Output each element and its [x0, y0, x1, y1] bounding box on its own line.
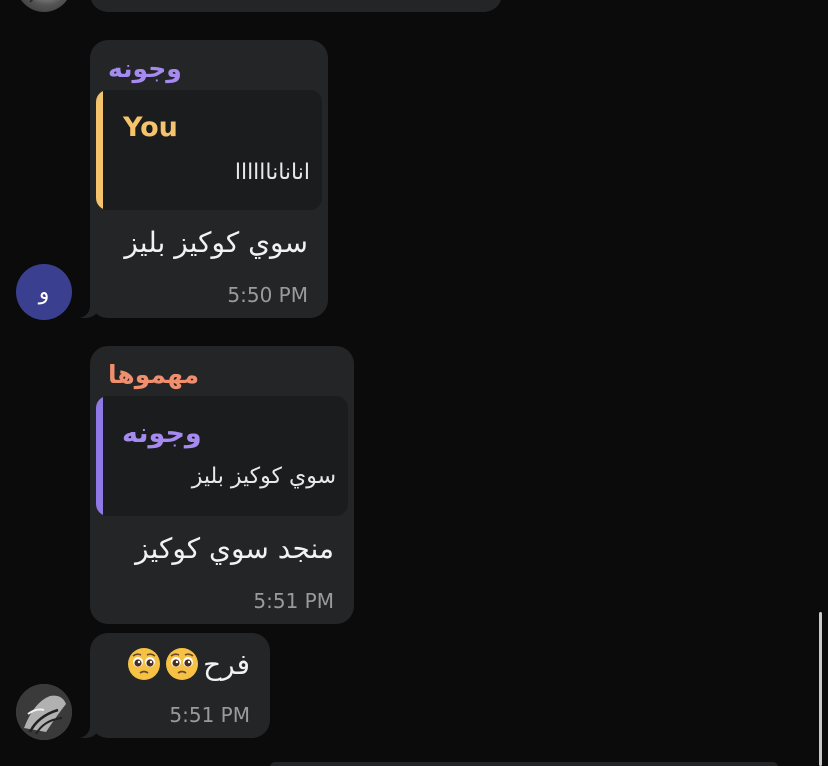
pleading-face-icon	[127, 647, 161, 681]
sender-name[interactable]: مهموها	[108, 360, 199, 389]
message-content: فرح	[127, 647, 250, 681]
reply-text: اناناناااااا	[234, 160, 310, 185]
avatar-photo[interactable]	[16, 684, 72, 740]
message-text: منجد سوي كوكيز	[135, 532, 334, 565]
message-bubble[interactable]: مهموها وجونه سوي كوكيز بليز منجد سوي كوك…	[90, 346, 354, 624]
chat-view: وجونه You اناناناااااا سوي كوكيز بليز 5:…	[0, 0, 828, 766]
reply-quote[interactable]: وجونه سوي كوكيز بليز	[96, 396, 348, 516]
avatar-letter: و	[38, 279, 50, 305]
message-bubble[interactable]: وجونه You اناناناااااا سوي كوكيز بليز 5:…	[70, 40, 328, 318]
reply-accent-bar	[96, 90, 103, 210]
avatar-photo-icon	[16, 684, 72, 740]
avatar-photo-icon	[29, 0, 34, 3]
pleading-face-icon	[165, 647, 199, 681]
reply-author: وجونه	[122, 418, 202, 449]
sender-name[interactable]: وجونه	[108, 54, 182, 83]
reply-quote[interactable]: You اناناناااااا	[96, 90, 322, 210]
message-text: فرح	[203, 647, 250, 681]
message-time: 5:51 PM	[253, 589, 334, 613]
scrollbar[interactable]	[819, 612, 822, 766]
message-time: 5:50 PM	[227, 283, 308, 307]
avatar-wajuna[interactable]: و	[16, 264, 72, 320]
reply-accent-bar	[96, 396, 103, 516]
message-bubble-partial[interactable]	[90, 0, 502, 12]
reply-author: You	[123, 112, 178, 143]
reply-text: سوي كوكيز بليز	[191, 464, 336, 489]
avatar-top-partial[interactable]	[16, 0, 72, 12]
message-text: سوي كوكيز بليز	[124, 226, 308, 259]
message-bubble[interactable]: فرح 5:51 PM	[70, 633, 270, 738]
message-time: 5:51 PM	[169, 703, 250, 727]
message-bubble-partial-bottom[interactable]	[270, 762, 778, 766]
